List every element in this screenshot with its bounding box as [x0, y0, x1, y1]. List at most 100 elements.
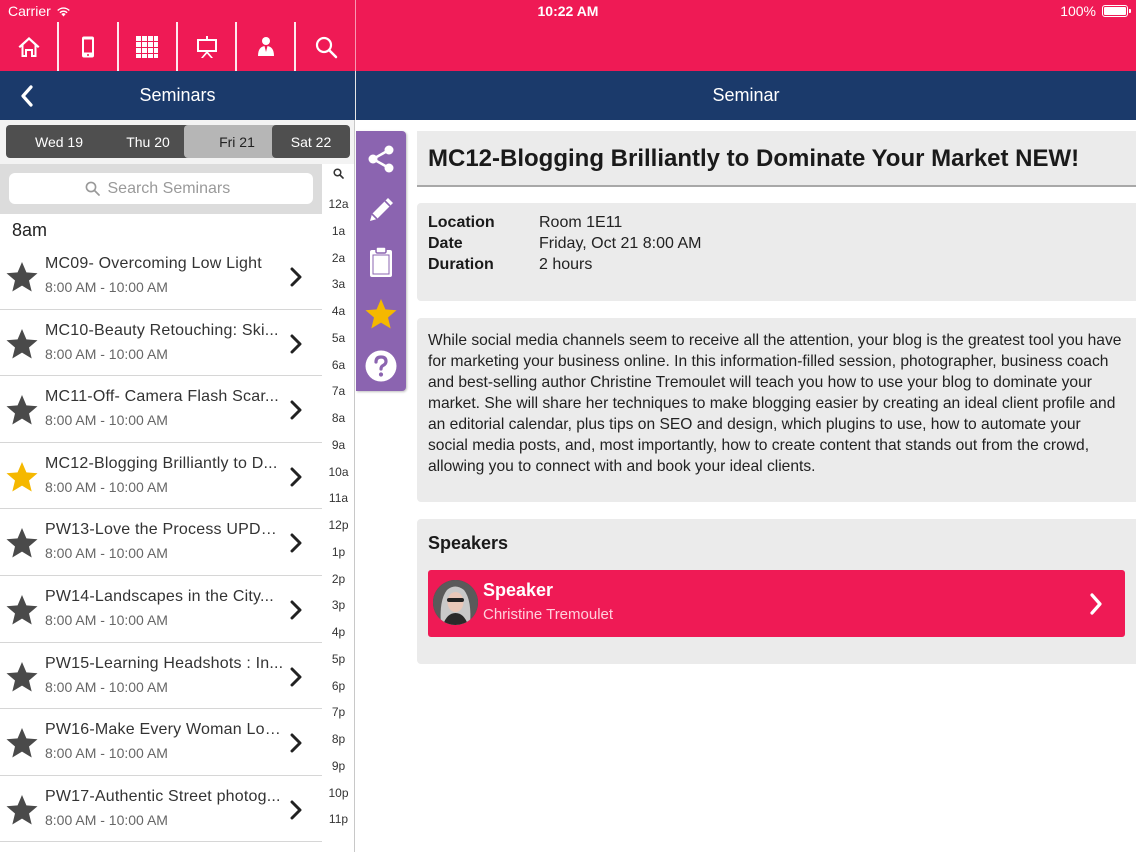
- chevron-right-icon: [290, 667, 302, 687]
- location-value: Room 1E11: [539, 214, 623, 231]
- time-index-item[interactable]: 9p: [322, 759, 354, 773]
- star-icon[interactable]: [5, 327, 39, 361]
- star-icon[interactable]: [5, 726, 39, 760]
- phone-button[interactable]: [59, 22, 119, 71]
- chevron-right-icon: [1090, 593, 1102, 615]
- session-time: 8:00 AM - 10:00 AM: [45, 811, 168, 828]
- share-button[interactable]: [356, 134, 406, 184]
- detail-title-card: MC12-Blogging Brilliantly to Dominate Yo…: [417, 131, 1136, 187]
- time-index-item[interactable]: 7p: [322, 705, 354, 719]
- time-index-item[interactable]: 2a: [322, 251, 354, 265]
- clipboard-button[interactable]: [356, 237, 406, 287]
- time-index-item[interactable]: 10p: [322, 786, 354, 800]
- search-icon: [85, 181, 100, 196]
- time-index-item[interactable]: 8a: [322, 411, 354, 425]
- clipboard-icon: [370, 246, 392, 277]
- list-item[interactable]: PW15-Learning Headshots : In... 8:00 AM -…: [0, 643, 322, 710]
- speakers-button[interactable]: [237, 22, 297, 71]
- home-icon: [18, 36, 40, 57]
- session-list: MC09- Overcoming Low Light 8:00 AM - 10:0…: [0, 243, 322, 843]
- speakers-card: Speakers Speaker Christine Tremoulet: [417, 519, 1136, 664]
- speaker-icon: [257, 36, 274, 56]
- chevron-right-icon: [290, 400, 302, 420]
- speaker-row[interactable]: Speaker Christine Tremoulet: [428, 570, 1125, 637]
- session-time: 8:00 AM - 10:00 AM: [45, 545, 168, 562]
- time-index-item[interactable]: 9a: [322, 438, 354, 452]
- chevron-right-icon: [290, 267, 302, 287]
- home-button[interactable]: [0, 22, 60, 71]
- note-button[interactable]: [356, 185, 406, 235]
- session-time: 8:00 AM - 10:00 AM: [45, 611, 168, 628]
- time-index-item[interactable]: 4p: [322, 625, 354, 639]
- chevron-left-icon: [21, 85, 33, 107]
- time-index-item[interactable]: 4a: [322, 304, 354, 318]
- description-line: for marketing your business online. In t…: [428, 353, 1109, 370]
- seminar-list-panel: Wed 19 Thu 20 Fri 21 Sat 22 8am MC09- Ov…: [0, 120, 355, 852]
- time-index-item[interactable]: 3a: [322, 277, 354, 291]
- help-button[interactable]: [356, 341, 406, 391]
- session-time: 8:00 AM - 10:00 AM: [45, 478, 168, 495]
- list-item[interactable]: MC10-Beauty Retouching: Ski... 8:00 AM - …: [0, 310, 322, 377]
- list-item[interactable]: PW16-Make Every Woman Loo... 8:00 AM - 10…: [0, 709, 322, 776]
- search-input[interactable]: [107, 179, 238, 198]
- star-icon: [365, 299, 397, 329]
- grid-button[interactable]: [119, 22, 178, 71]
- list-item[interactable]: PW14-Landscapes in the City... 8:00 AM - …: [0, 576, 322, 643]
- time-index-item[interactable]: 12a: [322, 197, 354, 211]
- time-index-item[interactable]: 8p: [322, 732, 354, 746]
- session-title: PW17-Authentic Street photog...: [45, 787, 281, 805]
- time-index-item[interactable]: 7a: [322, 384, 354, 398]
- star-icon[interactable]: [5, 460, 39, 494]
- chevron-right-icon: [290, 467, 302, 487]
- star-icon[interactable]: [5, 260, 39, 294]
- time-index-item[interactable]: 6a: [322, 358, 354, 372]
- time-index-item[interactable]: 1a: [322, 224, 354, 238]
- index-search-icon[interactable]: [322, 168, 354, 182]
- time-index-item[interactable]: 6p: [322, 679, 354, 693]
- time-index-item[interactable]: 5p: [322, 652, 354, 666]
- right-nav-title: Seminar: [356, 71, 1136, 120]
- list-item[interactable]: MC09- Overcoming Low Light 8:00 AM - 10:0…: [0, 243, 322, 310]
- search-button[interactable]: [296, 22, 355, 71]
- time-index: 12a 1a 2a 3a 4a 5a 6a 7a 8a 9a 10a 11a 12p 1p 2p 3p 4p 5p…: [322, 164, 354, 852]
- favorite-button[interactable]: [356, 289, 406, 339]
- time-index-item[interactable]: 10a: [322, 465, 354, 479]
- search-box: [9, 173, 313, 204]
- list-item[interactable]: PW13-Love the Process UPDA... 8:00 AM - 1…: [0, 509, 322, 576]
- day-tab-sat[interactable]: Sat 22: [272, 125, 350, 158]
- session-time: 8:00 AM - 10:00 AM: [45, 745, 168, 762]
- session-time: 8:00 AM - 10:00 AM: [45, 412, 168, 429]
- help-icon: [365, 350, 397, 382]
- seminar-title: Seminar: [712, 85, 780, 105]
- description-line: market. She will share her techniques to…: [428, 395, 1116, 412]
- chevron-right-icon: [290, 800, 302, 820]
- time-index-item[interactable]: 5a: [322, 331, 354, 345]
- star-icon[interactable]: [5, 393, 39, 427]
- time-index-item[interactable]: 2p: [322, 572, 354, 586]
- time-index-item[interactable]: 11a: [322, 491, 354, 505]
- status-time: 10:22 AM: [537, 3, 599, 19]
- date-value: Friday, Oct 21 8:00 AM: [539, 235, 702, 252]
- list-item[interactable]: MC11-Off- Camera Flash Scar... 8:00 AM - …: [0, 376, 322, 443]
- seminars-title: Seminars: [139, 85, 216, 105]
- session-time: 8:00 AM - 10:00 AM: [45, 345, 168, 362]
- time-index-item[interactable]: 11p: [322, 812, 354, 826]
- time-index-item[interactable]: 3p: [322, 598, 354, 612]
- session-time: 8:00 AM - 10:00 AM: [45, 678, 168, 695]
- duration-label: Duration: [428, 256, 494, 273]
- list-item[interactable]: PW17-Authentic Street photog... 8:00 AM -…: [0, 776, 322, 843]
- star-icon[interactable]: [5, 793, 39, 827]
- time-index-item[interactable]: 12p: [322, 518, 354, 532]
- time-index-item[interactable]: 1p: [322, 545, 354, 559]
- star-icon[interactable]: [5, 593, 39, 627]
- star-icon[interactable]: [5, 526, 39, 560]
- session-title: MC09- Overcoming Low Light: [45, 255, 262, 272]
- star-icon[interactable]: [5, 660, 39, 694]
- speakers-heading: Speakers: [428, 533, 509, 553]
- back-button[interactable]: [14, 83, 40, 109]
- action-sidebar: [356, 131, 406, 391]
- session-title: PW15-Learning Headshots : In...: [45, 654, 284, 672]
- top-divider: [355, 0, 356, 71]
- list-item[interactable]: MC12-Blogging Brilliantly to D... 8:00 AM…: [0, 443, 322, 510]
- presentation-button[interactable]: [178, 22, 238, 71]
